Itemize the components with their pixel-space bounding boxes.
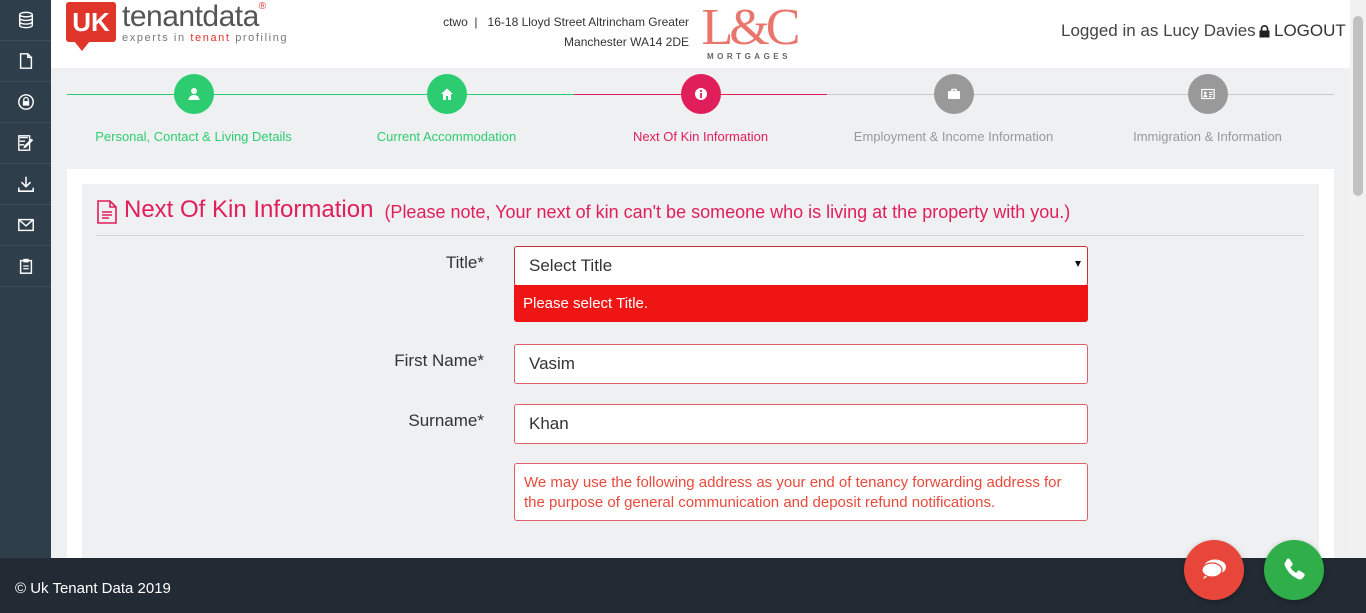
first-name-input[interactable]: Vasim	[514, 344, 1088, 384]
id-card-icon	[1200, 88, 1215, 100]
sidebar-item-mail[interactable]	[0, 205, 51, 246]
step-immigration[interactable]: Immigration & Information	[1081, 74, 1334, 144]
title-select-value: Select Title	[529, 256, 613, 275]
logo-registered-mark: ®	[258, 1, 266, 12]
phone-icon	[1284, 558, 1305, 580]
sidebar-item-clipboard[interactable]	[0, 246, 51, 287]
agency-line-1: ctwo | 16-18 Lloyd Street Altrincham Gre…	[443, 15, 689, 29]
logo-text: tenantdata® experts in tenant profiling	[122, 2, 288, 44]
step-label: Next Of Kin Information	[632, 129, 769, 144]
call-button[interactable]	[1264, 540, 1324, 600]
step-circle	[426, 74, 467, 114]
step-next-of-kin[interactable]: Next Of Kin Information	[574, 74, 827, 144]
logout-label: LOGOUT	[1274, 21, 1346, 40]
chat-icon	[1201, 559, 1226, 579]
section-header: Next Of Kin Information (Please note, Yo…	[96, 196, 1304, 236]
home-icon	[440, 88, 453, 100]
surname-input[interactable]: Khan	[514, 404, 1088, 444]
database-icon	[18, 11, 33, 29]
partner-logo-sub: MORTGAGES	[707, 52, 791, 61]
sidebar-item-download[interactable]	[0, 164, 51, 205]
user-icon	[188, 88, 199, 100]
forwarding-address-note: We may use the following address as your…	[514, 463, 1088, 521]
step-circle	[680, 74, 721, 114]
dropdown-arrow-icon	[1075, 261, 1081, 267]
logo-name: tenantdata®	[122, 2, 288, 32]
step-label: Personal, Contact & Living Details	[95, 129, 292, 144]
logo-wordmark: tenantdata	[122, 0, 259, 33]
logo-tagline: experts in tenant profiling	[122, 33, 288, 44]
footer: © Uk Tenant Data 2019	[0, 558, 1366, 613]
sidebar-item-security[interactable]	[0, 82, 51, 123]
step-employment-income[interactable]: Employment & Income Information	[827, 74, 1080, 144]
title-select[interactable]: Select Title	[514, 246, 1088, 286]
step-current-accommodation[interactable]: Current Accommodation	[320, 74, 573, 144]
title-error-message: Please select Title.	[514, 285, 1088, 322]
step-label: Current Accommodation	[376, 129, 517, 144]
info-icon	[694, 88, 707, 100]
partner-logo: L&C MORTGAGES	[697, 0, 801, 66]
tagline-highlight: tenant	[190, 32, 231, 44]
clipboard-icon	[19, 258, 32, 274]
title-label: Title*	[445, 253, 484, 272]
edit-icon	[17, 135, 33, 151]
padlock-icon	[1259, 24, 1270, 37]
logout-button[interactable]: LOGOUT	[1259, 21, 1346, 41]
sidebar-item-documents[interactable]	[0, 41, 51, 82]
step-label: Immigration & Information	[1133, 129, 1282, 144]
download-icon	[17, 176, 34, 192]
logo-badge: UK	[66, 2, 116, 51]
surname-label: Surname*	[408, 411, 484, 430]
section-note: (Please note, Your next of kin can't be …	[384, 202, 1071, 222]
tagline-prefix: experts in	[122, 32, 191, 44]
tagline-suffix: profiling	[230, 32, 289, 44]
progress-stepper: Personal, Contact & Living Details Curre…	[67, 74, 1334, 154]
document-text-icon	[97, 200, 117, 224]
document-icon	[19, 53, 32, 69]
logged-in-user: Logged in as Lucy Davies	[1061, 21, 1256, 40]
agency-address: ctwo | 16-18 Lloyd Street Altrincham Gre…	[441, 12, 689, 52]
page-scrollbar[interactable]	[1350, 0, 1366, 558]
briefcase-icon	[947, 88, 960, 99]
step-circle	[1187, 74, 1228, 114]
form-panel-inner: Next Of Kin Information (Please note, Yo…	[82, 184, 1319, 558]
section-title: Next Of Kin Information	[124, 196, 374, 223]
form-panel: Next Of Kin Information (Please note, Yo…	[67, 169, 1334, 558]
sidebar	[0, 0, 51, 558]
copyright-text: © Uk Tenant Data 2019	[15, 580, 171, 597]
scrollbar-thumb[interactable]	[1353, 16, 1363, 196]
partner-logo-mark: L&C	[701, 0, 801, 56]
first-name-label: First Name*	[394, 351, 484, 370]
tenantdata-logo[interactable]: UK tenantdata® experts in tenant profili…	[66, 2, 288, 51]
mail-icon	[17, 218, 34, 232]
step-circle	[933, 74, 974, 114]
lock-icon	[17, 94, 34, 110]
sidebar-item-edit[interactable]	[0, 123, 51, 164]
step-label: Employment & Income Information	[853, 129, 1054, 144]
step-personal-details[interactable]: Personal, Contact & Living Details	[67, 74, 320, 144]
agency-line-2: Manchester WA14 2DE	[564, 35, 689, 49]
sidebar-item-database[interactable]	[0, 0, 51, 41]
step-circle	[173, 74, 214, 114]
header: UK tenantdata® experts in tenant profili…	[51, 0, 1350, 68]
app-window: UK tenantdata® experts in tenant profili…	[0, 0, 1366, 613]
chat-button[interactable]	[1184, 540, 1244, 600]
